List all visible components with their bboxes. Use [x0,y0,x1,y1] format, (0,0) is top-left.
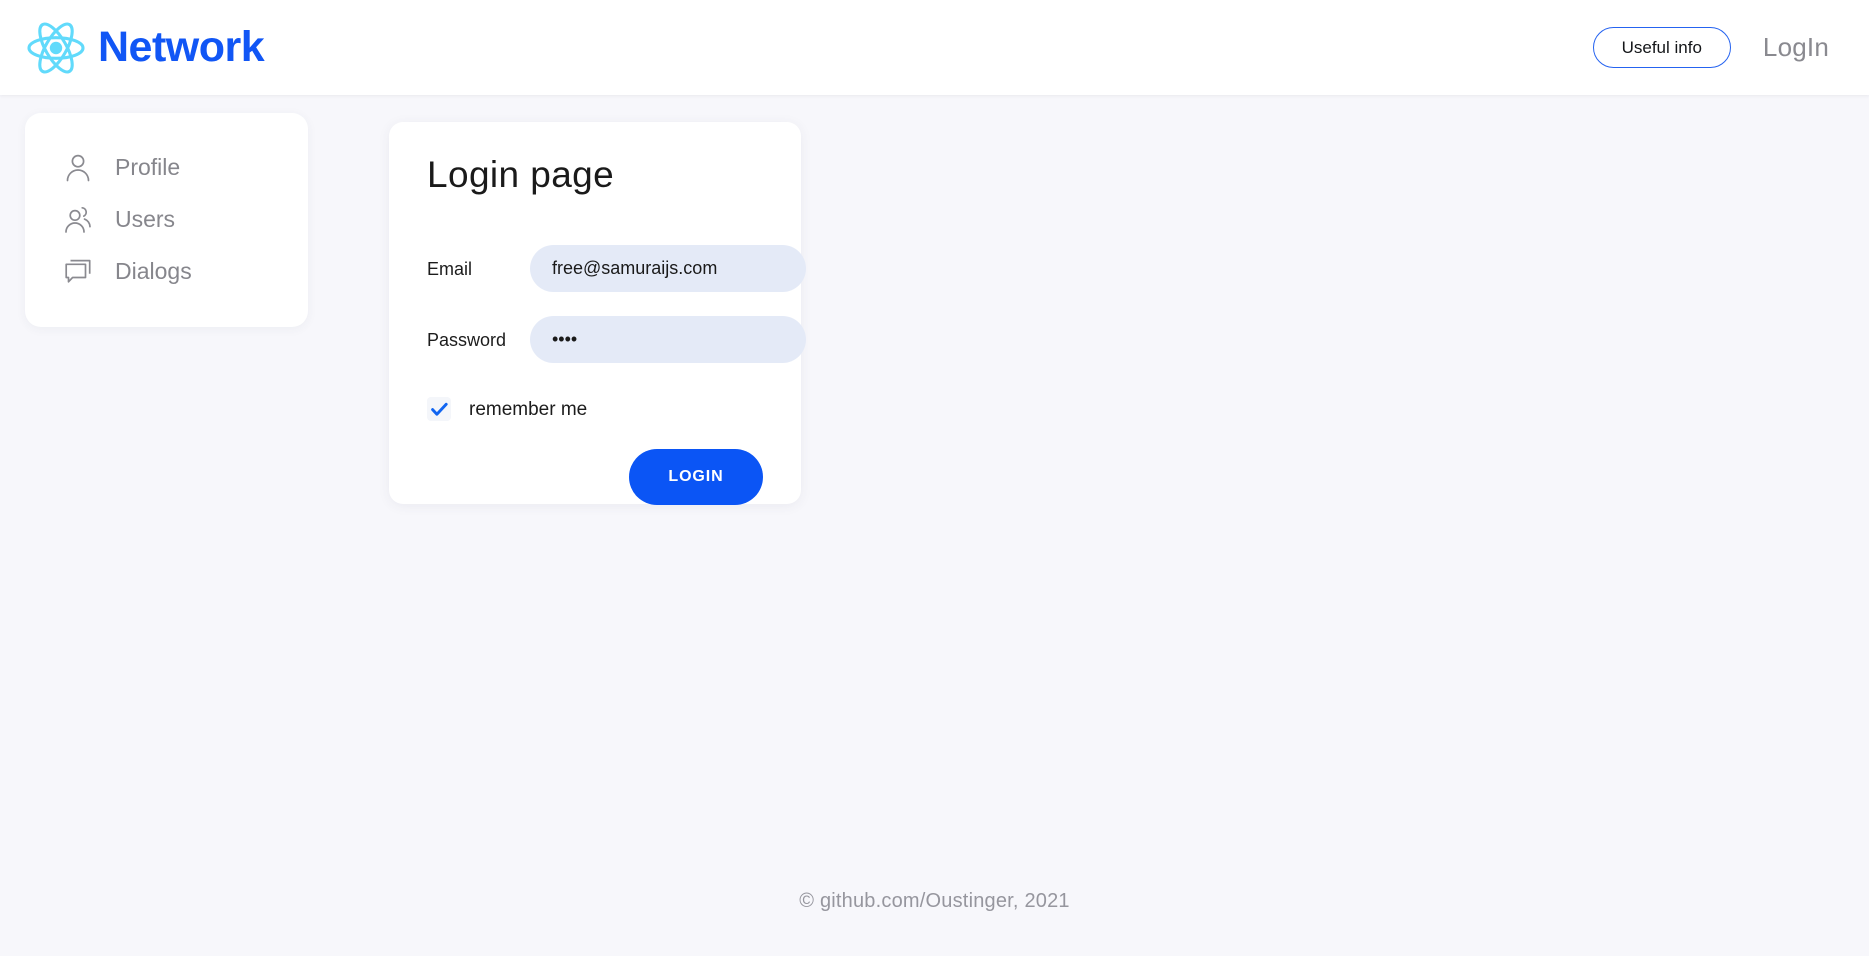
sidebar-item-dialogs[interactable]: Dialogs [25,245,308,297]
submit-row: LOGIN [427,449,763,505]
sidebar-item-profile[interactable]: Profile [25,141,308,193]
check-icon [430,402,448,416]
person-icon [63,152,93,182]
email-field[interactable] [530,245,806,292]
app-header: Network Useful info LogIn [0,0,1869,95]
password-label: Password [427,329,507,350]
footer-copyright: © github.com/Oustinger, 2021 [799,889,1070,912]
sidebar-item-users[interactable]: Users [25,193,308,245]
people-icon [63,204,93,234]
app-footer: © github.com/Oustinger, 2021 [0,846,1869,956]
sidebar-nav: Profile Users Dialogs [25,113,308,327]
password-field[interactable] [530,316,806,363]
sidebar-item-label: Profile [115,153,181,180]
login-submit-button[interactable]: LOGIN [629,449,763,505]
remember-me-checkbox[interactable] [427,397,451,421]
remember-me-row: remember me [427,397,763,421]
remember-me-label[interactable]: remember me [469,400,587,419]
header-login-link[interactable]: LogIn [1763,32,1829,63]
chat-bubble-icon [63,256,93,286]
email-row: Email [427,245,806,292]
brand: Network [22,14,265,82]
header-actions: Useful info LogIn [1592,27,1829,68]
sidebar-item-label: Users [115,205,176,232]
sidebar-item-label: Dialogs [115,257,192,284]
react-atom-icon [22,14,90,82]
email-label: Email [427,258,473,279]
login-card: Login page Email Password remember me LO… [389,122,806,505]
brand-name: Network [98,23,265,71]
useful-info-button[interactable]: Useful info [1592,27,1731,68]
password-row: Password [427,316,806,363]
page-title: Login page [427,154,615,195]
